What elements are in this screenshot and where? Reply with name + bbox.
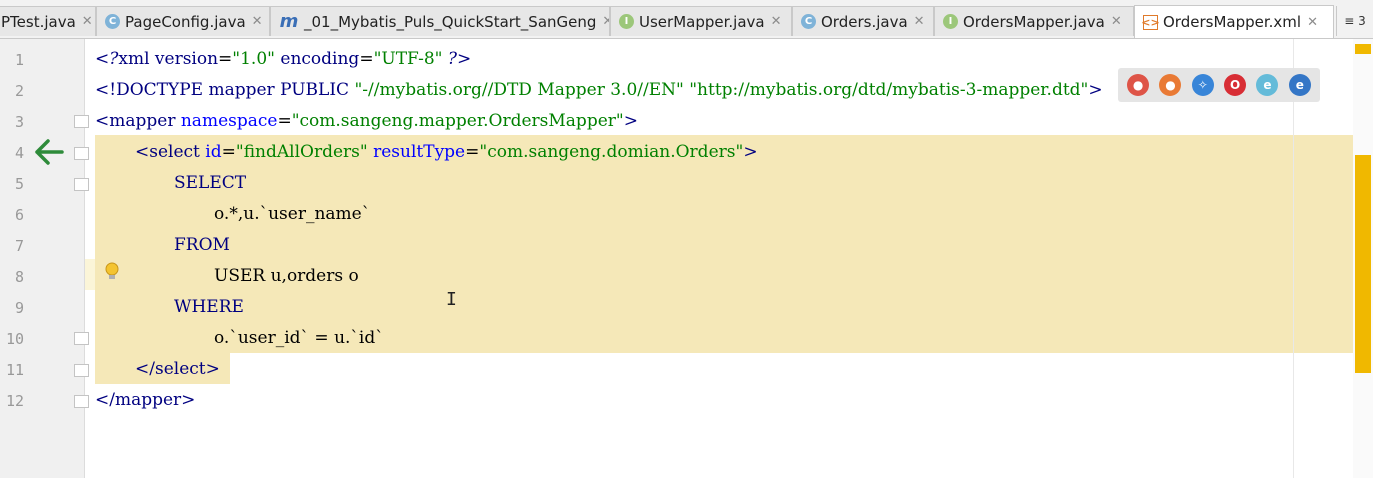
xml-icon: <> bbox=[1141, 14, 1160, 30]
line-number: 9 bbox=[14, 299, 24, 317]
line-number: 5 bbox=[14, 175, 24, 193]
code-line-8: USER u,orders o bbox=[214, 266, 359, 286]
chrome-icon[interactable]: ● bbox=[1127, 74, 1150, 96]
tab-label: UserMapper.java bbox=[639, 12, 765, 31]
line-number: 1 bbox=[14, 51, 24, 69]
interface-icon: I bbox=[943, 14, 958, 29]
line-number: 8 bbox=[14, 268, 24, 286]
interface-icon: I bbox=[619, 14, 634, 29]
code-line-2: <!DOCTYPE mapper PUBLIC "-//mybatis.org/… bbox=[95, 80, 1103, 100]
tab-label: _01_Mybatis_Puls_QuickStart_SanGeng bbox=[304, 12, 597, 31]
close-icon[interactable]: ✕ bbox=[771, 14, 782, 29]
caret-line-highlight bbox=[85, 259, 95, 290]
code-editor[interactable]: <?xml version="1.0" encoding="UTF-8" ?> … bbox=[85, 39, 1373, 478]
text-cursor-icon: I bbox=[446, 289, 457, 310]
tab-label: PageConfig.java bbox=[125, 12, 246, 31]
code-line-10: o.`user_id` = u.`id` bbox=[214, 328, 384, 348]
firefox-icon[interactable]: ● bbox=[1159, 74, 1182, 96]
line-number: 3 bbox=[14, 113, 24, 131]
close-icon[interactable]: ✕ bbox=[1307, 15, 1318, 30]
class-icon: C bbox=[801, 14, 816, 29]
close-icon[interactable]: ✕ bbox=[82, 14, 93, 29]
lightbulb-icon[interactable] bbox=[104, 262, 120, 286]
tab-overflow-menu[interactable]: ≡ 3 bbox=[1336, 6, 1373, 36]
right-margin-guide bbox=[1293, 39, 1294, 478]
line-number: 11 bbox=[5, 361, 24, 379]
code-line-3: <mapper namespace="com.sangeng.mapper.Or… bbox=[95, 111, 638, 131]
line-number: 6 bbox=[14, 206, 24, 224]
open-in-browser-toolbar: ● ● ✧ O e e bbox=[1118, 68, 1320, 102]
edge-icon[interactable]: e bbox=[1288, 74, 1311, 96]
opera-icon[interactable]: O bbox=[1224, 74, 1247, 96]
line-number: 12 bbox=[5, 392, 24, 410]
code-line-12: </mapper> bbox=[95, 390, 196, 410]
close-icon[interactable]: ✕ bbox=[602, 14, 609, 29]
editor-tab-bar: PTest.java ✕ C PageConfig.java ✕ m _01_M… bbox=[0, 0, 1373, 39]
ie-icon[interactable]: e bbox=[1256, 74, 1279, 96]
line-number: 2 bbox=[14, 82, 24, 100]
line-gutter: 1 2 3 4 5 6 7 8 9 10 11 12 bbox=[0, 39, 89, 478]
tab-ordersmapper-xml[interactable]: <> OrdersMapper.xml ✕ bbox=[1134, 5, 1334, 38]
close-icon[interactable]: ✕ bbox=[1111, 14, 1122, 29]
safari-icon[interactable]: ✧ bbox=[1191, 74, 1214, 96]
line-number: 10 bbox=[5, 330, 24, 348]
code-line-7: FROM bbox=[174, 235, 230, 255]
error-stripe-marker[interactable] bbox=[1355, 44, 1371, 54]
line-number: 7 bbox=[14, 237, 24, 255]
tab-module[interactable]: m _01_Mybatis_Puls_QuickStart_SanGeng ✕ bbox=[270, 6, 610, 36]
tab-label: Orders.java bbox=[821, 12, 908, 31]
close-icon[interactable]: ✕ bbox=[252, 14, 263, 29]
code-line-11: </select> bbox=[135, 359, 220, 379]
tab-label: PTest.java bbox=[1, 12, 76, 31]
navigate-to-interface-icon[interactable] bbox=[34, 138, 64, 170]
tab-overflow-count: ≡ 3 bbox=[1344, 14, 1366, 28]
tab-ordersmapper-java[interactable]: I OrdersMapper.java ✕ bbox=[934, 6, 1134, 36]
code-line-6: o.*,u.`user_name` bbox=[214, 204, 371, 224]
tab-label: OrdersMapper.java bbox=[963, 12, 1105, 31]
tab-orders[interactable]: C Orders.java ✕ bbox=[792, 6, 934, 36]
module-icon: m bbox=[279, 11, 299, 32]
code-line-1: <?xml version="1.0" encoding="UTF-8" ?> bbox=[95, 49, 472, 69]
code-line-5: SELECT bbox=[174, 173, 247, 193]
highlight-stripe-marker[interactable] bbox=[1355, 155, 1371, 373]
tab-label: OrdersMapper.xml bbox=[1163, 13, 1302, 31]
class-icon: C bbox=[105, 14, 120, 29]
tab-pageconfig[interactable]: C PageConfig.java ✕ bbox=[96, 6, 270, 36]
code-line-9: WHERE bbox=[174, 297, 244, 317]
tab-ptest[interactable]: PTest.java ✕ bbox=[0, 6, 96, 36]
code-line-4: <select id="findAllOrders" resultType="c… bbox=[135, 142, 758, 162]
tab-usermapper[interactable]: I UserMapper.java ✕ bbox=[610, 6, 792, 36]
close-icon[interactable]: ✕ bbox=[914, 14, 925, 29]
line-number: 4 bbox=[14, 144, 24, 162]
